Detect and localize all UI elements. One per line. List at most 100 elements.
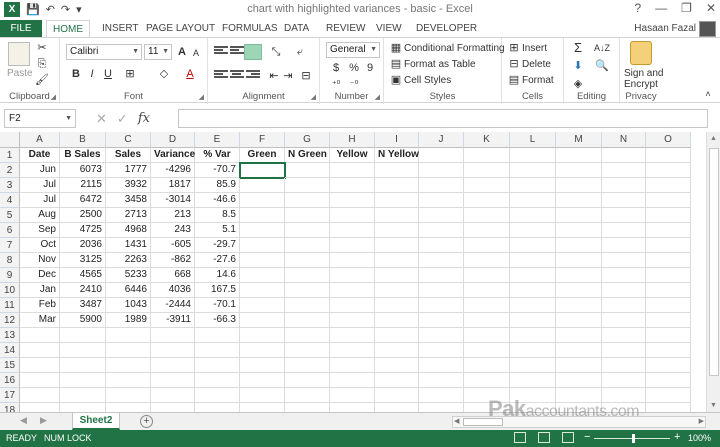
cell-n13[interactable] — [602, 328, 646, 343]
row-header-14[interactable]: 14 — [0, 343, 20, 358]
avatar[interactable] — [699, 21, 716, 37]
encrypt-label[interactable]: Encrypt — [624, 79, 658, 90]
bottom-align-icon[interactable] — [244, 44, 262, 60]
conditional-formatting-icon[interactable]: ▦ — [388, 40, 404, 56]
next-sheet-icon[interactable]: ▶ — [40, 415, 47, 426]
cell-c7[interactable]: 1431 — [106, 238, 151, 253]
enter-icon[interactable]: ✓ — [117, 111, 128, 127]
cell-j8[interactable] — [419, 253, 464, 268]
cell-h9[interactable] — [330, 268, 375, 283]
cell-n16[interactable] — [602, 373, 646, 388]
cell-f17[interactable] — [240, 388, 285, 403]
delete-cells-icon[interactable]: ⊟ — [506, 56, 522, 72]
row-header-16[interactable]: 16 — [0, 373, 20, 388]
cell-g18[interactable] — [285, 403, 330, 412]
cell-f4[interactable] — [240, 193, 285, 208]
cell-b6[interactable]: 4725 — [60, 223, 106, 238]
cell-f18[interactable] — [240, 403, 285, 412]
cell-d13[interactable] — [151, 328, 195, 343]
cell-m3[interactable] — [556, 178, 602, 193]
scroll-left-icon[interactable]: ◀ — [454, 417, 459, 425]
cell-b8[interactable]: 3125 — [60, 253, 106, 268]
cell-i12[interactable] — [375, 313, 419, 328]
cell-a9[interactable]: Dec — [20, 268, 60, 283]
cell-f10[interactable] — [240, 283, 285, 298]
cell-o5[interactable] — [646, 208, 691, 223]
copy-icon[interactable]: ⎘ — [34, 56, 50, 72]
cell-k3[interactable] — [464, 178, 510, 193]
cell-i5[interactable] — [375, 208, 419, 223]
cell-g8[interactable] — [285, 253, 330, 268]
column-header-a[interactable]: A — [20, 132, 60, 148]
increase-indent-icon[interactable]: ⇥ — [280, 68, 296, 84]
row-header-6[interactable]: 6 — [0, 223, 20, 238]
normal-view-icon[interactable] — [514, 432, 526, 443]
row-header-10[interactable]: 10 — [0, 283, 20, 298]
cell-i6[interactable] — [375, 223, 419, 238]
cell-d18[interactable] — [151, 403, 195, 412]
cell-o4[interactable] — [646, 193, 691, 208]
column-header-k[interactable]: K — [464, 132, 510, 148]
cell-j5[interactable] — [419, 208, 464, 223]
cell-i17[interactable] — [375, 388, 419, 403]
font-launcher-icon[interactable]: ◢ — [199, 93, 204, 101]
cell-d4[interactable]: -3014 — [151, 193, 195, 208]
row-header-3[interactable]: 3 — [0, 178, 20, 193]
increase-decimal-icon[interactable]: ⁺⁰ — [328, 76, 344, 92]
cell-f11[interactable] — [240, 298, 285, 313]
cell-b1[interactable]: B Sales — [60, 148, 106, 163]
cell-i8[interactable] — [375, 253, 419, 268]
add-sheet-button[interactable]: + — [140, 415, 153, 428]
cell-n15[interactable] — [602, 358, 646, 373]
cell-j6[interactable] — [419, 223, 464, 238]
zoom-level[interactable]: 100% — [688, 433, 711, 443]
cell-a6[interactable]: Sep — [20, 223, 60, 238]
cell-m6[interactable] — [556, 223, 602, 238]
cell-k13[interactable] — [464, 328, 510, 343]
formula-input[interactable] — [178, 109, 708, 128]
cell-o8[interactable] — [646, 253, 691, 268]
row-header-7[interactable]: 7 — [0, 238, 20, 253]
tab-formulas[interactable]: FORMULAS — [216, 20, 284, 38]
find-select-icon[interactable]: 🔍 — [594, 58, 610, 74]
cell-m14[interactable] — [556, 343, 602, 358]
cell-b18[interactable] — [60, 403, 106, 412]
cell-l4[interactable] — [510, 193, 556, 208]
paste-button[interactable]: Paste — [7, 68, 33, 79]
cell-j9[interactable] — [419, 268, 464, 283]
cell-k14[interactable] — [464, 343, 510, 358]
cell-b17[interactable] — [60, 388, 106, 403]
vertical-scrollbar[interactable]: ▲ ▼ — [706, 132, 720, 412]
top-align-icon[interactable] — [214, 46, 228, 58]
conditional-formatting-button[interactable]: Conditional Formatting — [404, 43, 505, 54]
user-name[interactable]: Hasaan Fazal — [634, 23, 696, 34]
row-header-1[interactable]: 1 — [0, 148, 20, 163]
column-header-c[interactable]: C — [106, 132, 151, 148]
cell-m7[interactable] — [556, 238, 602, 253]
cell-a16[interactable] — [20, 373, 60, 388]
cell-m12[interactable] — [556, 313, 602, 328]
cell-g2[interactable] — [285, 163, 330, 178]
cell-b11[interactable]: 3487 — [60, 298, 106, 313]
cell-o17[interactable] — [646, 388, 691, 403]
cell-l9[interactable] — [510, 268, 556, 283]
cell-c2[interactable]: 1777 — [106, 163, 151, 178]
cell-c9[interactable]: 5233 — [106, 268, 151, 283]
cell-c17[interactable] — [106, 388, 151, 403]
cell-h16[interactable] — [330, 373, 375, 388]
cell-g11[interactable] — [285, 298, 330, 313]
cell-o15[interactable] — [646, 358, 691, 373]
cell-b12[interactable]: 5900 — [60, 313, 106, 328]
percent-button[interactable]: % — [346, 60, 362, 76]
column-header-l[interactable]: L — [510, 132, 556, 148]
cell-b15[interactable] — [60, 358, 106, 373]
underline-button[interactable]: U — [100, 66, 116, 82]
cell-k7[interactable] — [464, 238, 510, 253]
zoom-in-icon[interactable]: + — [674, 431, 680, 443]
cell-l1[interactable] — [510, 148, 556, 163]
cell-n2[interactable] — [602, 163, 646, 178]
clear-icon[interactable]: ◈ — [570, 76, 586, 92]
cell-g3[interactable] — [285, 178, 330, 193]
cell-l2[interactable] — [510, 163, 556, 178]
cell-o13[interactable] — [646, 328, 691, 343]
